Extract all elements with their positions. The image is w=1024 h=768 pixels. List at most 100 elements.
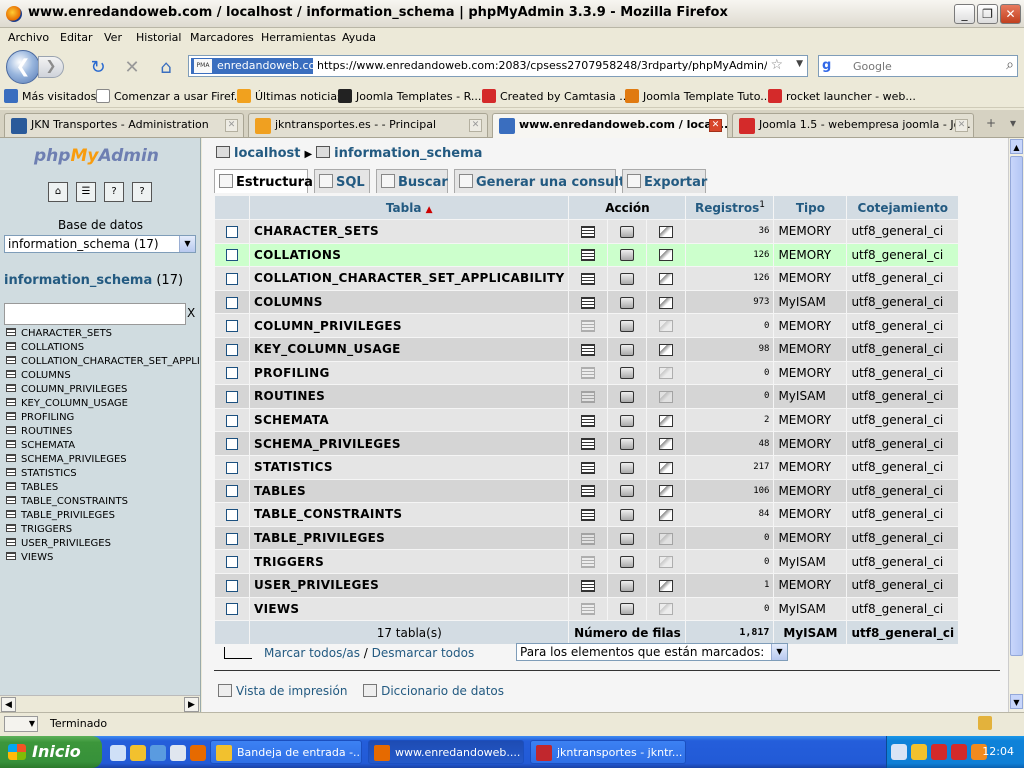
browse-icon[interactable] xyxy=(581,390,596,403)
row-checkbox-cell[interactable] xyxy=(215,243,249,267)
tab-sql[interactable]: SQL xyxy=(314,169,370,193)
taskbar-item[interactable]: Bandeja de entrada -... xyxy=(210,740,362,764)
tabla-header[interactable]: Tabla ▲ xyxy=(250,196,569,219)
table-row[interactable]: STATISTICS 217 MEMORY utf8_general_ci xyxy=(215,455,959,479)
table-row[interactable]: CHARACTER_SETS 36 MEMORY utf8_general_ci xyxy=(215,220,959,243)
search-action[interactable] xyxy=(647,337,686,361)
sidebar-table-item[interactable]: VIEWS xyxy=(6,551,200,565)
browse-action[interactable] xyxy=(569,408,608,432)
table-row[interactable]: PROFILING 0 MEMORY utf8_general_ci xyxy=(215,361,959,385)
structure-action[interactable] xyxy=(608,408,647,432)
sidebar-table-item[interactable]: ROUTINES xyxy=(6,425,200,439)
browse-action[interactable] xyxy=(569,597,608,621)
database-name-link[interactable]: information_schema xyxy=(4,273,152,288)
tipo-header[interactable]: Tipo xyxy=(774,196,847,219)
structure-icon[interactable] xyxy=(620,367,635,380)
structure-action[interactable] xyxy=(608,597,647,621)
browse-icon[interactable] xyxy=(581,320,596,333)
row-checkbox[interactable] xyxy=(226,485,238,498)
structure-icon[interactable] xyxy=(620,508,635,521)
sidebar-table-item[interactable]: TRIGGERS xyxy=(6,523,200,537)
table-name[interactable]: TABLES xyxy=(250,479,569,503)
bookmark-star-icon[interactable]: ☆ xyxy=(770,57,783,73)
structure-action[interactable] xyxy=(608,432,647,455)
sidebar-table-item[interactable]: USER_PRIVILEGES xyxy=(6,537,200,551)
table-row[interactable]: TABLE_CONSTRAINTS 84 MEMORY utf8_general_ci xyxy=(215,503,959,526)
row-checkbox-cell[interactable] xyxy=(215,361,249,385)
search-action[interactable] xyxy=(647,361,686,385)
browse-table-icon[interactable] xyxy=(6,524,16,532)
row-checkbox-cell[interactable] xyxy=(215,408,249,432)
structure-action[interactable] xyxy=(608,503,647,526)
sidebar-table-item[interactable]: PROFILING xyxy=(6,411,200,425)
structure-icon[interactable] xyxy=(620,485,635,498)
with-selected-select[interactable]: Para los elementos que están marcados: ▼ xyxy=(516,643,788,661)
url-text[interactable]: https://www.enredandoweb.com:2083/cpsess… xyxy=(317,59,767,72)
search-action[interactable] xyxy=(647,597,686,621)
table-name[interactable]: SCHEMATA xyxy=(250,408,569,432)
close-tab-icon[interactable]: ✕ xyxy=(709,119,722,132)
browser-tab[interactable]: Joomla 1.5 - webempresa joomla - Jo... ✕ xyxy=(732,113,974,137)
table-name[interactable]: COLLATION_CHARACTER_SET_APPLICABILITY xyxy=(250,267,569,290)
table-name[interactable]: STATISTICS xyxy=(250,455,569,479)
browse-table-icon[interactable] xyxy=(6,538,16,546)
stop-icon[interactable]: ✕ xyxy=(122,58,142,78)
table-row[interactable]: COLLATION_CHARACTER_SET_APPLICABILITY 126… xyxy=(215,267,959,290)
search-action[interactable] xyxy=(647,267,686,290)
row-checkbox[interactable] xyxy=(226,508,238,521)
search-action[interactable] xyxy=(647,573,686,597)
row-checkbox-cell[interactable] xyxy=(215,455,249,479)
table-row[interactable]: TRIGGERS 0 MyISAM utf8_general_ci xyxy=(215,550,959,573)
row-checkbox[interactable] xyxy=(226,367,238,380)
search-icon[interactable] xyxy=(659,579,674,592)
taskbar-item-active[interactable]: www.enredandoweb.... xyxy=(368,740,524,764)
table-filter-input[interactable] xyxy=(4,303,186,325)
breadcrumb-server[interactable]: localhost xyxy=(234,146,300,161)
table-row[interactable]: ROUTINES 0 MyISAM utf8_general_ci xyxy=(215,385,959,408)
browse-action[interactable] xyxy=(569,314,608,337)
cotejamiento-header[interactable]: Cotejamiento xyxy=(847,196,959,219)
browse-action[interactable] xyxy=(569,267,608,290)
home-icon[interactable]: ⌂ xyxy=(48,182,68,202)
tab-exportar[interactable]: Exportar xyxy=(622,169,707,193)
table-name[interactable]: SCHEMA_PRIVILEGES xyxy=(250,432,569,455)
structure-action[interactable] xyxy=(608,267,647,290)
structure-icon[interactable] xyxy=(620,461,635,474)
structure-action[interactable] xyxy=(608,550,647,573)
search-icon[interactable] xyxy=(659,438,674,451)
menu-archivo[interactable]: Archivo xyxy=(8,31,49,44)
table-row[interactable]: SCHEMATA 2 MEMORY utf8_general_ci xyxy=(215,408,959,432)
bookmark-item[interactable]: Últimas noticias xyxy=(237,89,343,103)
row-checkbox[interactable] xyxy=(226,343,238,356)
search-action[interactable] xyxy=(647,526,686,550)
registros-header[interactable]: Registros1 xyxy=(686,196,774,219)
structure-icon[interactable] xyxy=(620,532,635,545)
structure-icon[interactable] xyxy=(620,414,635,427)
scrollbar-thumb[interactable] xyxy=(1010,156,1023,656)
url-dropdown-icon[interactable]: ▼ xyxy=(796,59,803,69)
search-icon[interactable] xyxy=(659,485,674,498)
browse-action[interactable] xyxy=(569,503,608,526)
search-icon[interactable] xyxy=(659,532,674,545)
database-select[interactable]: information_schema (17) ▼ xyxy=(4,235,196,253)
browse-action[interactable] xyxy=(569,550,608,573)
search-action[interactable] xyxy=(647,290,686,314)
browse-table-icon[interactable] xyxy=(6,552,16,560)
reload-icon[interactable]: ↻ xyxy=(88,58,108,78)
structure-icon[interactable] xyxy=(620,390,635,403)
browse-action[interactable] xyxy=(569,361,608,385)
structure-icon[interactable] xyxy=(620,556,635,569)
search-icon[interactable] xyxy=(659,296,674,309)
clear-filter-button[interactable]: X xyxy=(187,306,195,320)
bookmark-item[interactable]: Más visitados xyxy=(4,89,96,103)
search-icon[interactable] xyxy=(659,603,674,616)
row-checkbox-cell[interactable] xyxy=(215,314,249,337)
search-action[interactable] xyxy=(647,220,686,243)
browse-table-icon[interactable] xyxy=(6,412,16,420)
search-icon[interactable] xyxy=(659,390,674,403)
row-checkbox[interactable] xyxy=(226,438,238,451)
browse-action[interactable] xyxy=(569,290,608,314)
table-name[interactable]: COLLATIONS xyxy=(250,243,569,267)
structure-action[interactable] xyxy=(608,455,647,479)
row-checkbox-cell[interactable] xyxy=(215,479,249,503)
